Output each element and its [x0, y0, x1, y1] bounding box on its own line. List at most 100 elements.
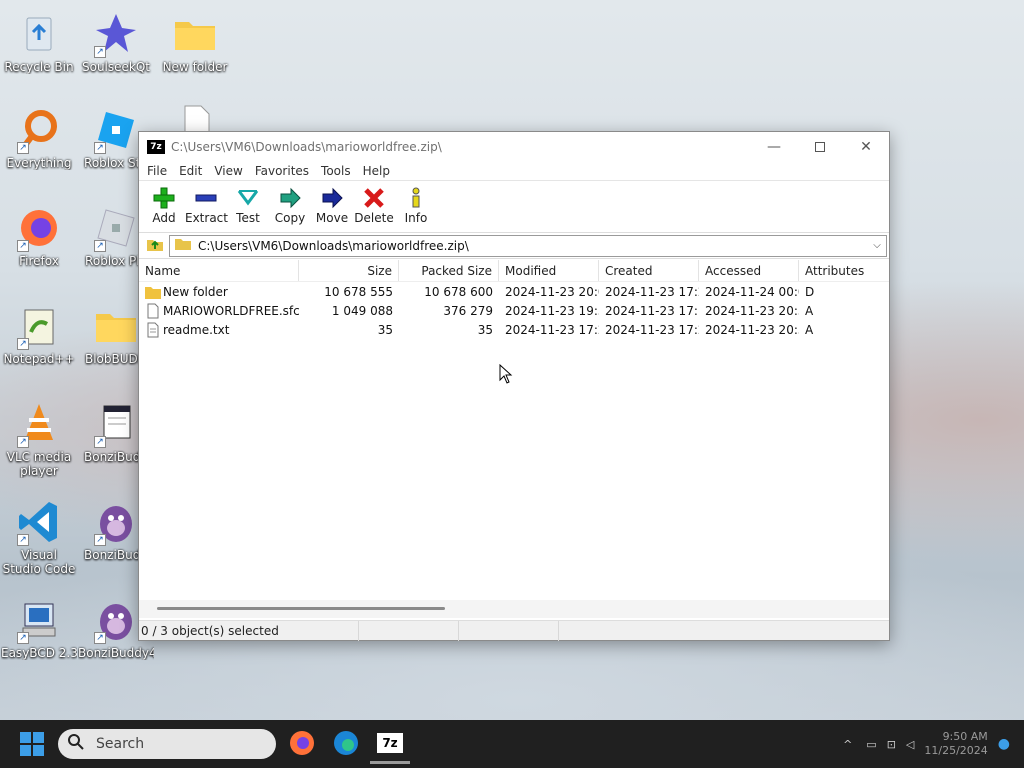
chevron-down-icon[interactable]: ⌵ [868, 240, 886, 251]
close-button[interactable]: ✕ [843, 132, 889, 161]
7zip-window: 7z C:\Users\VM6\Downloads\marioworldfree… [138, 131, 890, 641]
column-header-size[interactable]: Size [299, 260, 399, 281]
notepadpp-icon: ↗ [15, 302, 63, 350]
bonzi-window-icon: ↗ [92, 400, 140, 448]
move-button[interactable]: Move [311, 185, 353, 225]
desktop-icon-soulseek[interactable]: ↗ SoulseekQt [78, 10, 154, 74]
row-name: MARIOWORLDFREE.sfc [163, 303, 299, 318]
table-row[interactable]: readme.txt 35 35 2024-11-23 17:27 2024-1… [139, 320, 889, 339]
delete-button[interactable]: Delete [353, 185, 395, 225]
horizontal-scrollbar[interactable] [139, 600, 889, 618]
status-bar: 0 / 3 object(s) selected [139, 620, 889, 641]
desktop-icon-notepadpp[interactable]: ↗ Notepad++ [1, 302, 77, 366]
search-placeholder: Search [96, 736, 145, 752]
address-bar: C:\Users\VM6\Downloads\marioworldfree.zi… [139, 233, 889, 259]
info-label: Info [404, 211, 428, 225]
path-text: C:\Users\VM6\Downloads\marioworldfree.zi… [198, 238, 469, 253]
file-icon [145, 303, 161, 319]
folder-icon [171, 10, 219, 58]
roblox-studio-icon: ↗ [92, 106, 140, 154]
search-icon [68, 734, 84, 754]
desktop-icon-label: Everything [6, 156, 72, 170]
mouse-cursor-icon [499, 363, 513, 387]
column-header-attributes[interactable]: Attributes [799, 260, 889, 281]
column-header-accessed[interactable]: Accessed [699, 260, 799, 281]
scrollbar-thumb[interactable] [157, 607, 445, 610]
desktop-icon-label: Notepad++ [3, 352, 75, 366]
soulseek-icon: ↗ [92, 10, 140, 58]
shortcut-arrow-icon: ↗ [17, 632, 29, 644]
menu-edit[interactable]: Edit [173, 164, 208, 178]
row-size: 10 678 555 [324, 284, 393, 299]
extract-button[interactable]: Extract [185, 185, 228, 225]
bonzi-gorilla-icon: ↗ [92, 498, 140, 546]
copy-button[interactable]: Copy [269, 185, 311, 225]
notification-bell-icon[interactable]: ● [998, 736, 1010, 752]
clock-date: 11/25/2024 [924, 744, 988, 757]
desktop-icon-easybcd[interactable]: ↗ EasyBCD 2.3 [1, 596, 77, 660]
row-packed-size: 376 279 [443, 303, 493, 318]
row-modified: 2024-11-23 20:03 [505, 284, 599, 299]
folder-icon [92, 302, 140, 350]
desktop-icon-recycle-bin[interactable]: Recycle Bin [1, 10, 77, 74]
row-modified: 2024-11-23 17:27 [505, 322, 599, 337]
menu-view[interactable]: View [208, 164, 248, 178]
windows-logo-icon [20, 732, 31, 743]
add-button[interactable]: Add [143, 185, 185, 225]
clock[interactable]: 9:50 AM 11/25/2024 [924, 730, 987, 758]
extract-label: Extract [185, 211, 228, 225]
toolbar: Add Extract Test Copy Move Delete Info [139, 181, 889, 233]
table-row[interactable]: New folder 10 678 555 10 678 600 2024-11… [139, 282, 889, 301]
shortcut-arrow-icon: ↗ [94, 46, 106, 58]
taskbar: Search 7z ^ ▭ ⊡ ◁ 9:50 AM 11/25/2024 ● [0, 720, 1024, 768]
desktop-icon-label: VLC media player [6, 450, 72, 478]
taskbar-7zip[interactable]: 7z [370, 724, 410, 764]
desktop-icon-vlc[interactable]: ↗ VLC media player [1, 400, 77, 478]
info-button[interactable]: Info [395, 185, 437, 225]
delete-icon [353, 185, 395, 211]
menu-help[interactable]: Help [357, 164, 396, 178]
taskbar-search[interactable]: Search [58, 729, 276, 759]
menu-favorites[interactable]: Favorites [249, 164, 315, 178]
network-icon[interactable]: ⊡ [887, 738, 896, 751]
list-header: Name Size Packed Size Modified Created A… [139, 260, 889, 282]
test-button[interactable]: Test [227, 185, 269, 225]
chevron-up-icon[interactable]: ^ [843, 738, 852, 751]
info-icon [395, 185, 437, 211]
column-header-name[interactable]: Name [139, 260, 299, 281]
desktop-icon-label: New folder [162, 60, 228, 74]
vscode-icon: ↗ [15, 498, 63, 546]
extract-icon [185, 185, 227, 211]
column-header-packed-size[interactable]: Packed Size [399, 260, 499, 281]
7zip-app-icon: 7z [377, 732, 403, 753]
column-header-created[interactable]: Created [599, 260, 699, 281]
desktop-icon-label: SoulseekQt [81, 60, 150, 74]
menu-file[interactable]: File [141, 164, 173, 178]
move-icon [311, 185, 353, 211]
speaker-icon[interactable]: ◁ [906, 738, 914, 751]
menu-tools[interactable]: Tools [315, 164, 357, 178]
column-header-modified[interactable]: Modified [499, 260, 599, 281]
minimize-button[interactable]: — [751, 132, 797, 161]
path-input[interactable]: C:\Users\VM6\Downloads\marioworldfree.zi… [169, 234, 887, 257]
desktop-icon-vscode[interactable]: ↗ Visual Studio Code [1, 498, 77, 576]
start-button[interactable] [20, 732, 44, 756]
desktop-icon-label: Firefox [19, 254, 59, 268]
menu-bar: File Edit View Favorites Tools Help [139, 161, 889, 181]
table-row[interactable]: MARIOWORLDFREE.sfc 1 049 088 376 279 202… [139, 301, 889, 320]
maximize-button[interactable] [797, 132, 843, 161]
display-icon[interactable]: ▭ [866, 738, 876, 751]
desktop-icon-everything[interactable]: ↗ Everything [1, 106, 77, 170]
up-folder-button[interactable] [141, 235, 169, 257]
title-bar[interactable]: 7z C:\Users\VM6\Downloads\marioworldfree… [139, 132, 889, 161]
row-accessed: 2024-11-23 20:34 [705, 322, 799, 337]
desktop-icon-new-folder[interactable]: New folder [157, 10, 233, 74]
taskbar-edge[interactable] [326, 724, 366, 764]
desktop-icon-firefox[interactable]: ↗ Firefox [1, 204, 77, 268]
delete-label: Delete [354, 211, 394, 225]
close-icon: ✕ [860, 138, 872, 155]
row-size: 1 049 088 [331, 303, 393, 318]
firefox-icon [289, 730, 315, 759]
taskbar-firefox[interactable] [282, 724, 322, 764]
row-attributes: D [805, 284, 815, 299]
